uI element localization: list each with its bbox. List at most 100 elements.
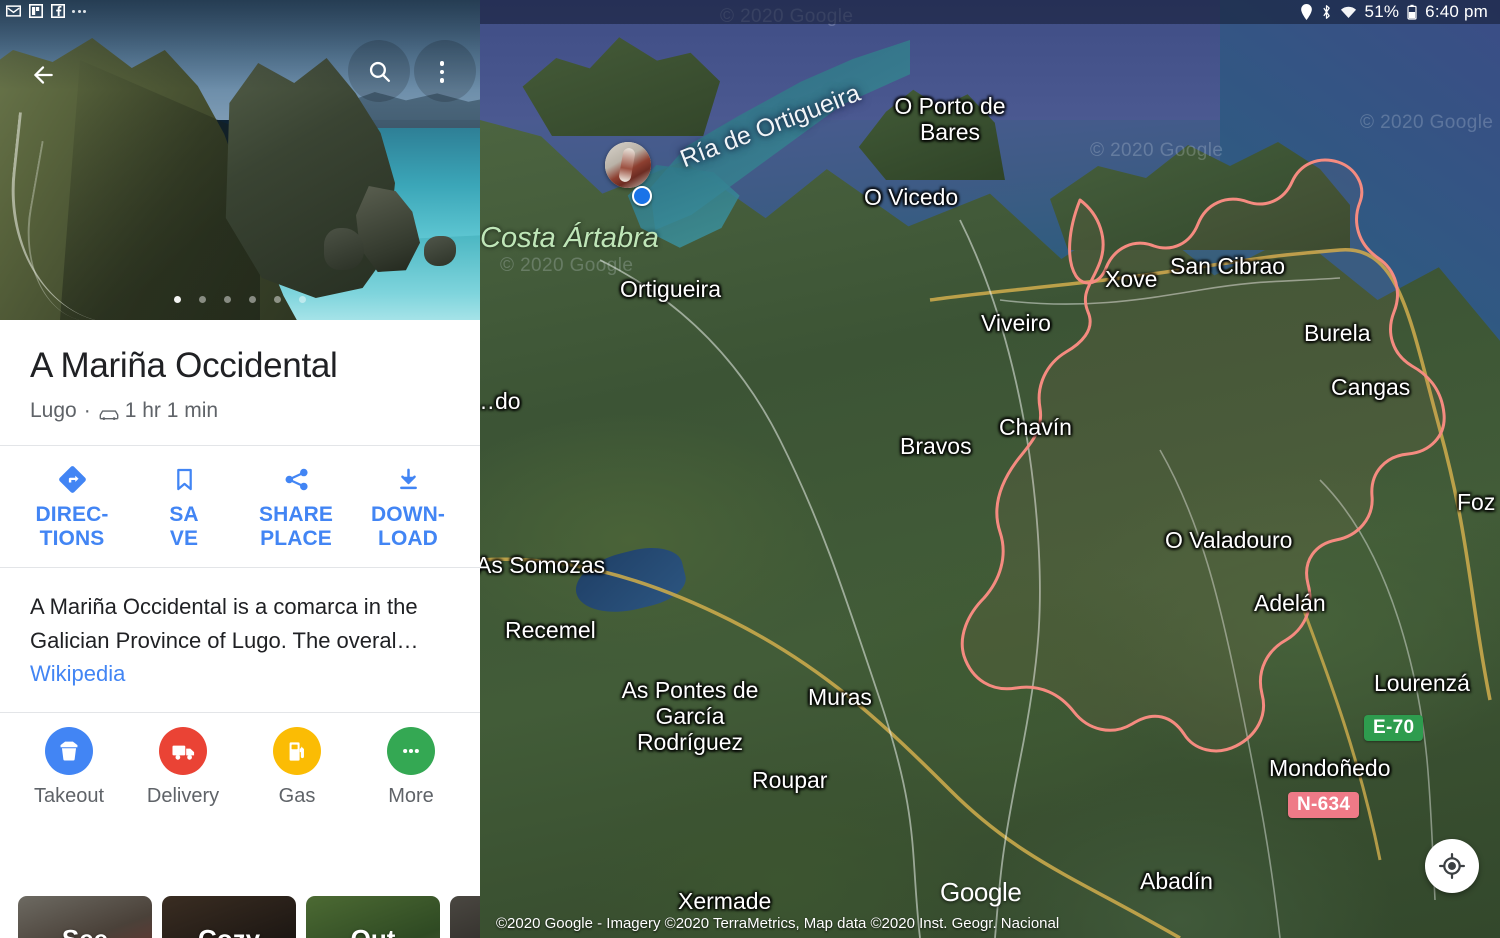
place-description-block: A Mariña Occidental is a comarca in the …: [0, 568, 480, 712]
car-icon: [98, 404, 120, 421]
delivery-button[interactable]: Delivery: [126, 727, 240, 808]
status-clock: 6:40 pm: [1425, 2, 1488, 21]
share-place-button[interactable]: SHARE PLACE: [240, 464, 352, 551]
more-button[interactable]: More: [354, 727, 468, 808]
gas-pump-icon: [273, 727, 321, 776]
map-label-text: As Pontes de García Rodríguez: [621, 677, 759, 755]
search-icon[interactable]: [358, 50, 400, 92]
map-label-o-valadouro: O Valadouro: [1165, 527, 1293, 553]
map-label-text: O Porto de Bares: [894, 93, 1006, 145]
road-shield-n634: N-634: [1288, 792, 1360, 818]
photo-card-label: Cozy: [162, 924, 296, 938]
photo-card-label: See: [18, 924, 152, 938]
map-label-roupar: Roupar: [752, 767, 828, 793]
map-canvas[interactable]: © 2020 Google © 2020 Google © 2020 Googl…: [480, 0, 1500, 938]
place-subtitle: Lugo · 1 hr 1 min: [30, 399, 450, 423]
map-label-bravos: Bravos: [900, 433, 972, 459]
back-arrow-icon[interactable]: [26, 58, 60, 92]
map-label-lourenza: Lourenzá: [1374, 670, 1470, 696]
road-shield-e70: E-70: [1364, 715, 1424, 741]
save-button[interactable]: SA VE: [128, 464, 240, 551]
share-icon: [283, 464, 310, 494]
map-label-xermade: Xermade: [678, 888, 772, 914]
map-label-costa-artabra: Costa Ártabra: [480, 222, 659, 254]
photo-marker[interactable]: [605, 142, 651, 188]
map-label-as-somozas: As Somozas: [480, 552, 606, 578]
gas-label: Gas: [278, 785, 316, 808]
place-region: Lugo: [30, 399, 77, 423]
overflow-menu-icon[interactable]: [425, 52, 459, 92]
place-description: A Mariña Occidental is a comarca in the …: [30, 590, 450, 690]
google-watermark: © 2020 Google: [500, 255, 634, 276]
map-label-burela: Burela: [1304, 320, 1371, 346]
more-label: More: [388, 785, 434, 808]
quick-actions-row: Takeout Delivery Gas More: [0, 713, 480, 818]
gas-button[interactable]: Gas: [240, 727, 354, 808]
place-hero-image[interactable]: [0, 0, 480, 320]
save-label: SA VE: [169, 503, 199, 551]
wifi-icon: [1340, 5, 1357, 19]
share-place-label: SHARE PLACE: [258, 503, 333, 551]
place-photo-strip[interactable]: See Cozy Out: [0, 896, 480, 938]
map-label-adelan: Adelán: [1254, 590, 1326, 616]
map-label-recemel: Recemel: [505, 617, 596, 643]
google-watermark: © 2020 Google: [1360, 112, 1494, 133]
directions-button[interactable]: DIREC- TIONS: [16, 464, 128, 551]
more-notifications-icon: [72, 9, 86, 13]
my-location-button[interactable]: [1425, 839, 1479, 893]
page-title: A Mariña Occidental: [30, 346, 338, 385]
bluetooth-icon: [1321, 4, 1332, 20]
drive-time: 1 hr 1 min: [124, 399, 219, 423]
delivery-truck-icon: [159, 727, 207, 776]
map-label-viveiro: Viveiro: [981, 310, 1051, 336]
map-label-o-vicedo: O Vicedo: [864, 184, 959, 210]
map-label-abadin: Abadín: [1140, 868, 1213, 894]
location-pin-icon: [1300, 4, 1313, 20]
place-details-panel: A Mariña Occidental Lugo · 1 hr 1 min DI…: [0, 0, 480, 938]
battery-icon: [1407, 4, 1417, 20]
map-label-as-pontes: As Pontes de García Rodríguez: [600, 677, 780, 755]
mail-icon: [6, 4, 21, 19]
more-dots-icon: [387, 727, 435, 776]
place-action-row: DIREC- TIONS SA VE SHARE PLACE DOWN- LOA…: [0, 446, 480, 567]
photo-card[interactable]: Cozy: [162, 896, 296, 938]
google-watermark: © 2020 Google: [1090, 140, 1224, 161]
map-label-mondonedo: Mondoñedo: [1269, 755, 1391, 781]
download-button[interactable]: DOWN- LOAD: [352, 464, 464, 551]
map-label-muras: Muras: [808, 684, 872, 710]
flipboard-icon: [28, 4, 43, 19]
map-label-o-porto-de-bares: O Porto de Bares: [870, 93, 1030, 146]
my-location-icon: [1438, 852, 1466, 880]
takeout-button[interactable]: Takeout: [12, 727, 126, 808]
takeout-icon: [45, 727, 93, 776]
hero-controls: [0, 22, 480, 102]
subtitle-separator: ·: [83, 399, 91, 423]
wikipedia-link[interactable]: Wikipedia: [30, 661, 125, 686]
map-label-chavin: Chavín: [999, 414, 1072, 440]
current-location-dot: [632, 186, 652, 206]
photo-card[interactable]: Out: [306, 896, 440, 938]
delivery-label: Delivery: [146, 785, 220, 808]
map-attribution: ©2020 Google - Imagery ©2020 TerraMetric…: [496, 915, 1060, 932]
map-label-partial-town: …do: [480, 388, 521, 414]
bookmark-icon: [171, 464, 198, 494]
photo-card[interactable]: See: [18, 896, 152, 938]
photo-card[interactable]: [450, 896, 480, 938]
android-status-bar-right: 51% 6:40 pm: [480, 0, 1500, 24]
map-label-xove: Xove: [1105, 266, 1158, 292]
battery-percent: 51%: [1364, 2, 1400, 21]
place-title-block: A Mariña Occidental Lugo · 1 hr 1 min: [0, 320, 480, 445]
directions-label: DIREC- TIONS: [35, 503, 109, 551]
android-status-bar-left: [0, 0, 480, 22]
download-label: DOWN- LOAD: [371, 503, 445, 551]
takeout-label: Takeout: [33, 785, 105, 808]
photo-card-label: Out: [306, 924, 440, 938]
facebook-icon: [50, 4, 65, 19]
map-label-foz: Foz: [1457, 489, 1496, 515]
download-icon: [395, 464, 422, 494]
google-logo: Google: [940, 877, 1022, 907]
map-label-san-cibrao: San Cibrao: [1170, 253, 1286, 279]
map-label-ortigueira: Ortigueira: [620, 276, 721, 302]
map-label-cangas: Cangas: [1331, 374, 1411, 400]
hero-carousel-dots[interactable]: [0, 296, 480, 303]
